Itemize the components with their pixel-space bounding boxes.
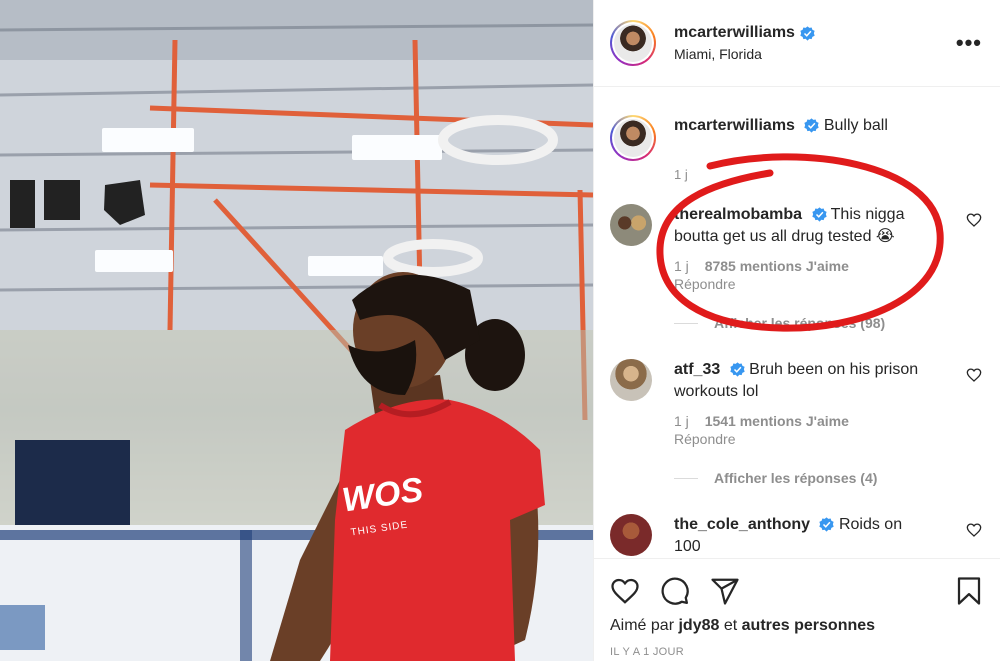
commenter-username[interactable]: atf_33 xyxy=(674,361,720,378)
caption-time: 1 j xyxy=(674,167,688,182)
comment-bubble-icon[interactable] xyxy=(660,576,690,606)
post-actions: Aimé par jdy88 et autres personnes IL Y … xyxy=(594,558,1000,661)
comments-list[interactable]: mcarterwilliams Bully ball 1 j therealmo… xyxy=(594,88,1000,558)
author-username[interactable]: mcarterwilliams xyxy=(674,24,795,42)
comment-item: the_cole_anthony Roids on 100 xyxy=(610,514,984,558)
caption-username[interactable]: mcarterwilliams xyxy=(674,117,795,134)
post-photo[interactable]: WOS THIS SIDE xyxy=(0,0,593,661)
view-replies-button[interactable]: Afficher les réponses (4) xyxy=(674,470,984,486)
like-comment-heart-icon[interactable] xyxy=(966,212,982,228)
verified-badge-icon xyxy=(800,25,815,41)
verified-badge-icon xyxy=(819,517,835,532)
view-replies-button[interactable]: Afficher les réponses (98) xyxy=(674,315,984,331)
like-heart-icon[interactable] xyxy=(610,576,640,606)
commenter-avatar[interactable] xyxy=(610,359,652,401)
verified-badge-icon xyxy=(811,207,827,222)
commenter-avatar[interactable] xyxy=(610,204,652,246)
liked-by-line: Aimé par jdy88 et autres personnes xyxy=(610,617,876,634)
commenter-username[interactable]: therealmobamba xyxy=(674,206,802,223)
comment-time: 1 j xyxy=(674,258,689,274)
post-sidebar: mcarterwilliams Miami, Florida ••• mcart… xyxy=(593,0,1000,661)
comment-likes[interactable]: 8785 mentions J'aime xyxy=(705,258,849,274)
post-location[interactable]: Miami, Florida xyxy=(674,46,956,62)
commenter-avatar[interactable] xyxy=(610,514,652,556)
reply-button[interactable]: Répondre xyxy=(674,275,912,293)
comment-item: atf_33 Bruh been on his prison workouts … xyxy=(610,359,984,448)
save-bookmark-icon[interactable] xyxy=(954,576,984,606)
gym-scene: WOS THIS SIDE xyxy=(0,0,593,661)
verified-badge-icon xyxy=(804,118,820,133)
comment-likes[interactable]: 1541 mentions J'aime xyxy=(705,413,849,429)
like-comment-heart-icon[interactable] xyxy=(966,367,982,383)
liked-by-others[interactable]: autres personnes xyxy=(742,617,875,634)
instagram-post: WOS THIS SIDE mcarterwilliams Miami, Flo… xyxy=(0,0,1000,661)
reply-button[interactable]: Répondre xyxy=(674,430,912,448)
author-avatar[interactable] xyxy=(610,20,656,66)
liked-by-user[interactable]: jdy88 xyxy=(678,617,719,634)
caption-text: Bully ball xyxy=(823,117,888,134)
share-direct-icon[interactable] xyxy=(710,576,740,606)
post-header: mcarterwilliams Miami, Florida ••• xyxy=(594,0,1000,87)
commenter-username[interactable]: the_cole_anthony xyxy=(674,516,810,533)
more-options-icon[interactable]: ••• xyxy=(956,32,982,54)
comment-time: 1 j xyxy=(674,413,689,429)
like-comment-heart-icon[interactable] xyxy=(966,522,982,538)
comment-item: therealmobamba This nigga boutta get us … xyxy=(610,204,984,293)
caption-avatar[interactable] xyxy=(610,115,656,161)
verified-badge-icon xyxy=(730,362,745,377)
post-caption: mcarterwilliams Bully ball xyxy=(610,115,984,161)
post-timestamp[interactable]: IL Y A 1 JOUR xyxy=(610,646,984,658)
